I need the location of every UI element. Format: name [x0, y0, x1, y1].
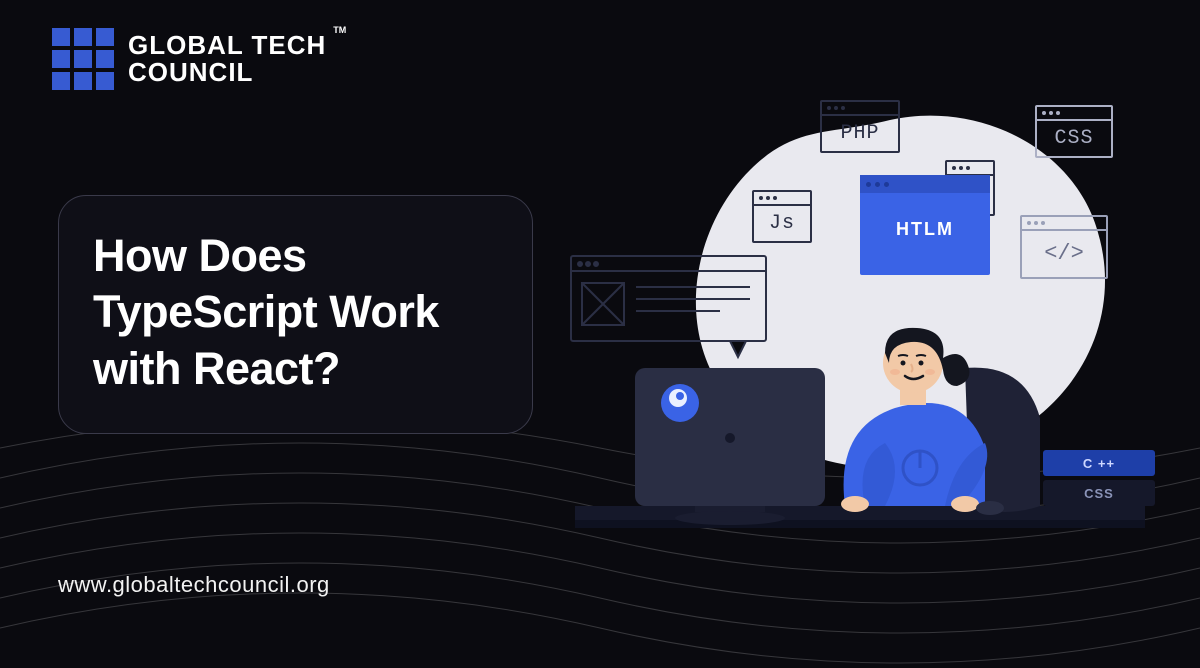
php-window-icon: PHP	[820, 100, 900, 153]
css-window-icon: CSS	[1035, 105, 1113, 158]
brand-logo: GLOBAL TECH TM COUNCIL	[52, 28, 326, 90]
headline-text: How Does TypeScript Work with React?	[93, 228, 498, 397]
trademark-symbol: TM	[333, 26, 346, 35]
logo-grid-icon	[52, 28, 114, 90]
code-window-icon: </>	[1020, 215, 1108, 279]
headline-card: How Does TypeScript Work with React?	[58, 195, 533, 434]
book-stack: C ++ CSS	[1043, 446, 1155, 506]
code-symbol: </>	[1022, 231, 1106, 276]
book-cpp-label: C ++	[1083, 456, 1115, 471]
html-label: HTLM	[860, 193, 990, 240]
logo-text-line1: GLOBAL TECH	[128, 30, 326, 60]
developer-scene: C ++ CSS	[565, 308, 1175, 568]
website-url: www.globaltechcouncil.org	[58, 572, 330, 598]
js-label: Js	[754, 206, 810, 241]
js-window-icon: Js	[752, 190, 812, 243]
logo-text-line2: COUNCIL	[128, 59, 326, 86]
developer-illustration: PHP CSS Js HTLM </>	[560, 60, 1180, 580]
css-label: CSS	[1037, 121, 1111, 156]
php-label: PHP	[822, 116, 898, 151]
book-css-label: CSS	[1084, 486, 1114, 501]
html-window-icon: HTLM	[860, 175, 990, 275]
